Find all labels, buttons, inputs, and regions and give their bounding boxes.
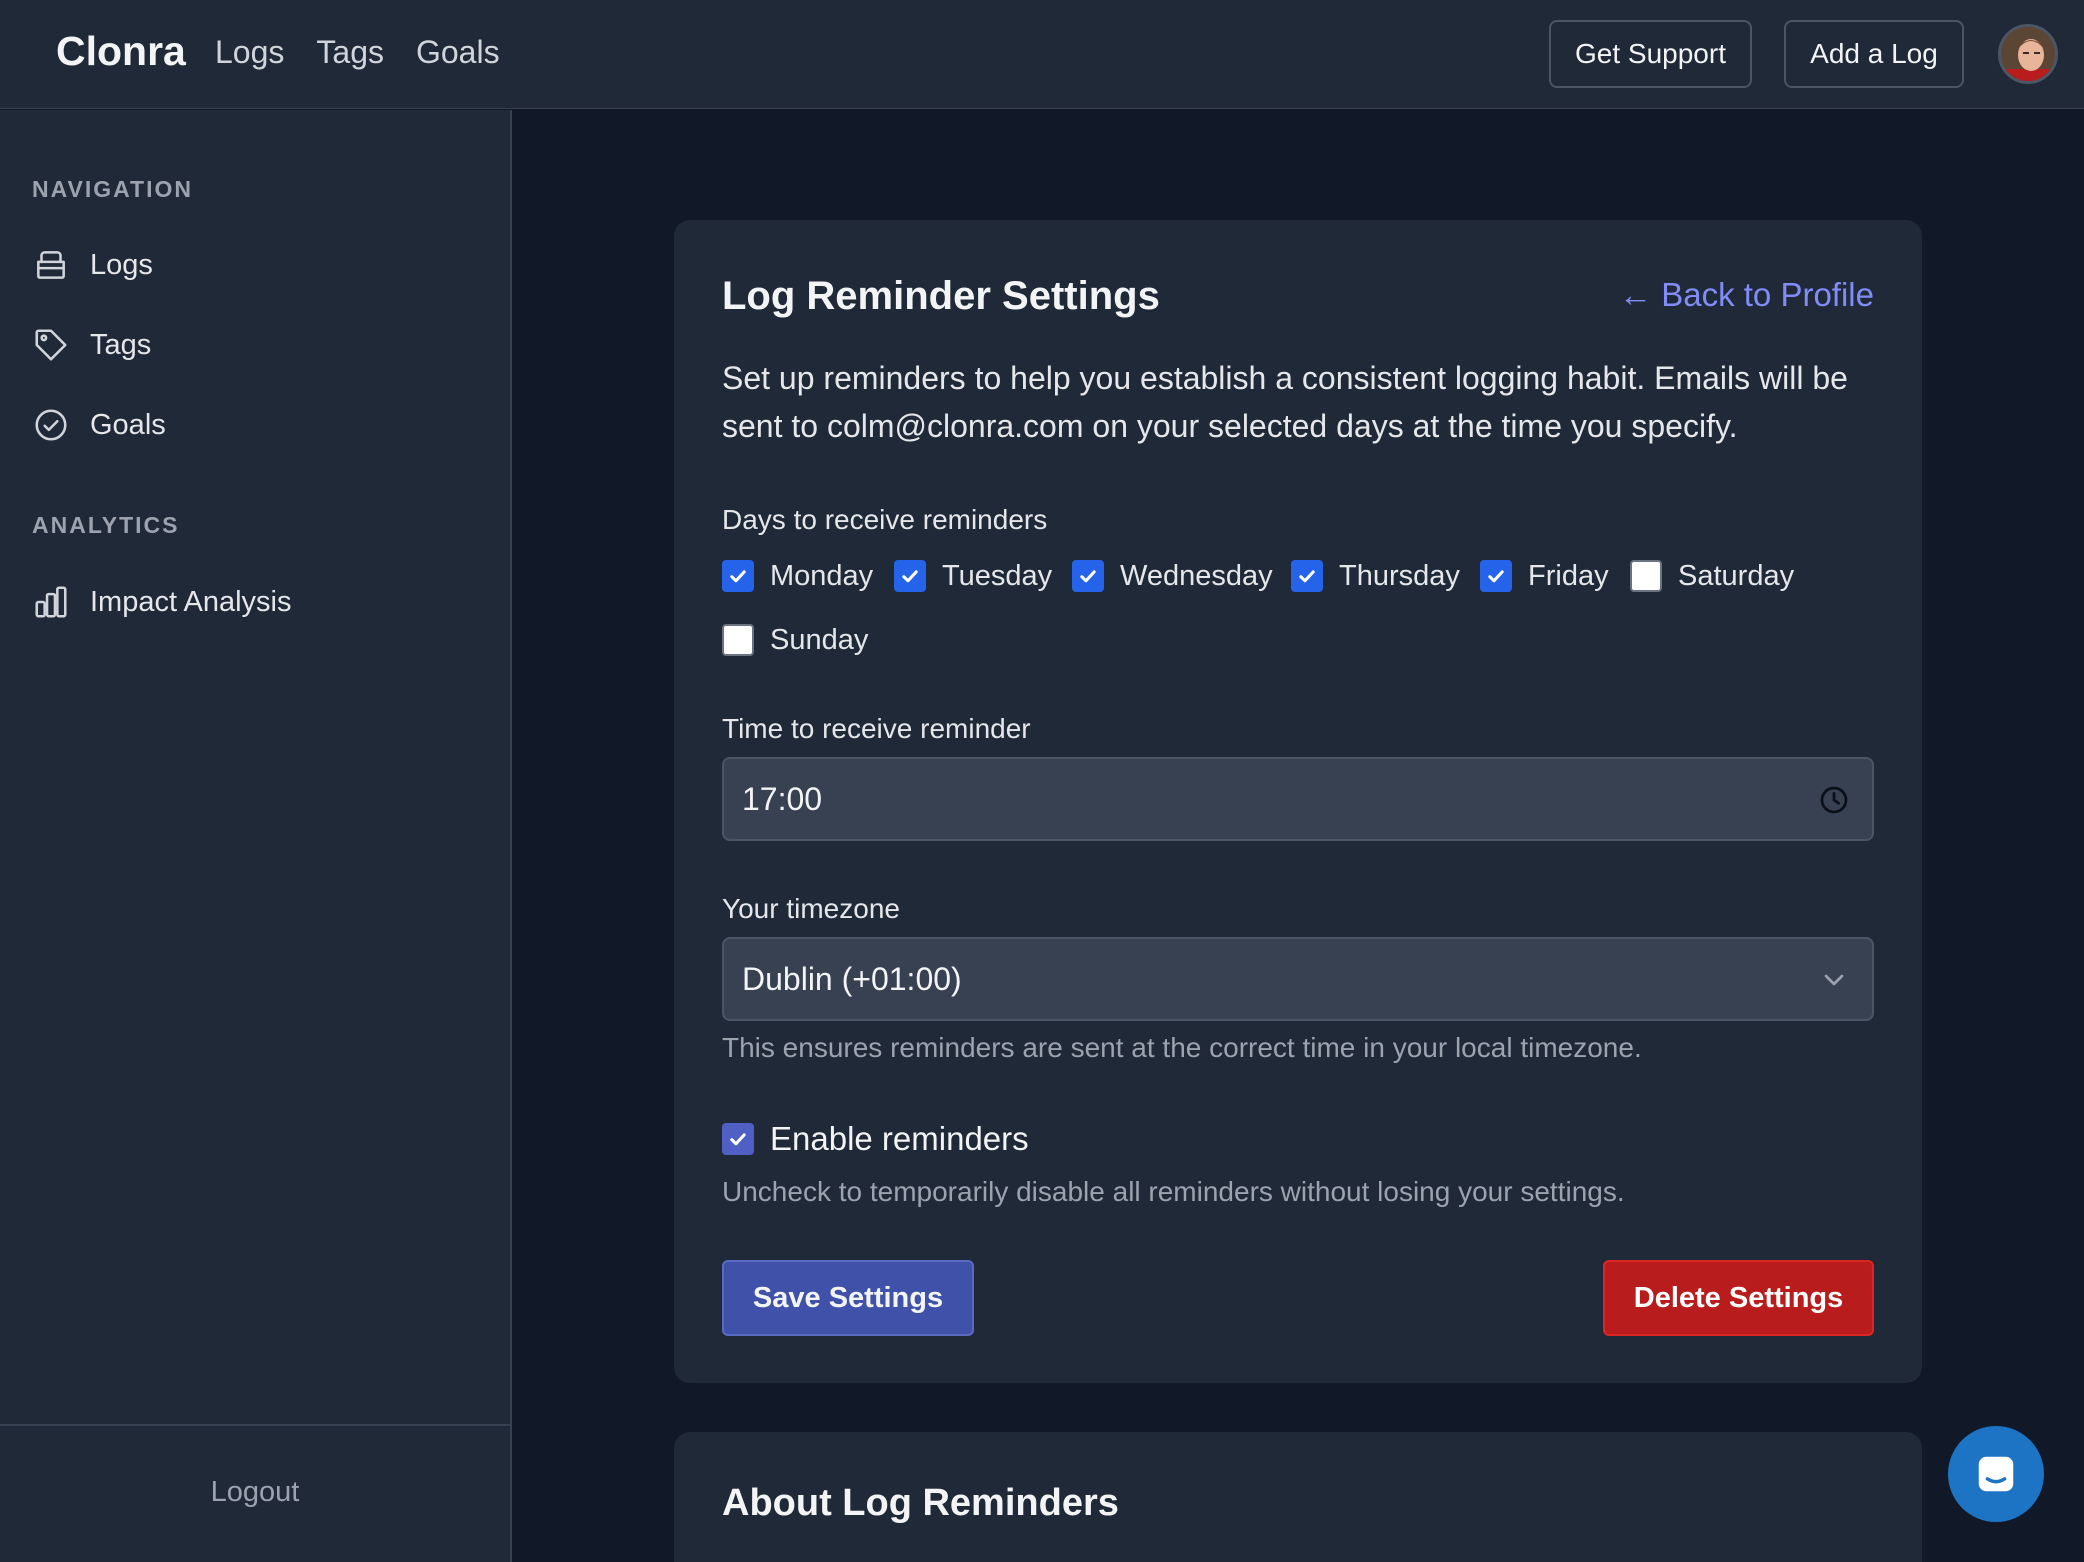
top-nav-logs[interactable]: Logs xyxy=(215,34,284,71)
top-nav: Logs Tags Goals xyxy=(215,34,500,71)
back-to-profile-link[interactable]: ← Back to Profile xyxy=(1619,276,1874,314)
brand-logo[interactable]: Clonra xyxy=(56,28,186,75)
top-nav-tags[interactable]: Tags xyxy=(316,34,384,71)
day-label: Thursday xyxy=(1339,559,1460,592)
sidebar-item-label: Logs xyxy=(90,248,153,281)
chevron-down-icon xyxy=(1818,964,1850,996)
day-monday[interactable]: Monday xyxy=(722,559,873,593)
top-nav-goals[interactable]: Goals xyxy=(416,34,500,71)
day-label: Wednesday xyxy=(1120,559,1273,592)
timezone-label: Your timezone xyxy=(722,893,900,924)
get-support-button[interactable]: Get Support xyxy=(1549,20,1752,88)
sidebar-footer: Logout xyxy=(0,1424,510,1562)
chat-icon xyxy=(1978,1456,2014,1492)
timezone-select[interactable]: Dublin (+01:00) xyxy=(722,937,1874,1021)
bar-chart-icon xyxy=(32,583,70,621)
checkbox-unchecked-icon[interactable] xyxy=(722,624,754,656)
clock-icon[interactable] xyxy=(1818,784,1850,816)
day-label: Sunday xyxy=(770,623,869,656)
sidebar-item-goals[interactable]: Goals xyxy=(32,400,472,450)
day-saturday[interactable]: Saturday xyxy=(1630,559,1794,593)
sidebar-analytics-heading: ANALYTICS xyxy=(32,512,180,538)
sidebar-item-label: Goals xyxy=(90,408,166,441)
day-sunday[interactable]: Sunday xyxy=(722,623,868,657)
sidebar-item-tags[interactable]: Tags xyxy=(32,320,472,370)
day-thursday[interactable]: Thursday xyxy=(1291,559,1460,593)
reminder-settings-card: Log Reminder Settings ← Back to Profile … xyxy=(674,220,1922,1383)
day-friday[interactable]: Friday xyxy=(1480,559,1609,593)
time-input[interactable]: 17:00 xyxy=(722,757,1874,841)
checkbox-checked-icon[interactable] xyxy=(1480,560,1512,592)
sidebar: NAVIGATION Logs Tags Goals ANALYTICS Imp… xyxy=(0,110,512,1562)
day-label: Saturday xyxy=(1678,559,1795,592)
day-label: Tuesday xyxy=(942,559,1053,592)
day-label: Friday xyxy=(1528,559,1609,592)
check-circle-icon xyxy=(32,406,70,444)
sidebar-item-label: Tags xyxy=(90,328,152,361)
timezone-value: Dublin (+01:00) xyxy=(742,960,962,997)
inbox-icon xyxy=(32,246,70,284)
about-reminders-card: About Log Reminders xyxy=(674,1432,1922,1562)
checkbox-checked-icon[interactable] xyxy=(1291,560,1323,592)
day-wednesday[interactable]: Wednesday xyxy=(1072,559,1273,593)
avatar[interactable] xyxy=(1998,24,2058,84)
enable-hint: Uncheck to temporarily disable all remin… xyxy=(722,1176,1625,1207)
page-title: Log Reminder Settings xyxy=(722,274,1160,318)
days-label: Days to receive reminders xyxy=(722,504,1048,535)
save-settings-button[interactable]: Save Settings xyxy=(722,1260,974,1336)
sidebar-item-label: Impact Analysis xyxy=(90,585,292,618)
time-value: 17:00 xyxy=(742,780,823,817)
add-log-button[interactable]: Add a Log xyxy=(1784,20,1964,88)
sidebar-navigation-heading: NAVIGATION xyxy=(32,176,193,202)
day-label: Monday xyxy=(770,559,874,592)
sidebar-item-logs[interactable]: Logs xyxy=(32,240,472,290)
time-label: Time to receive reminder xyxy=(722,713,1031,744)
checkbox-checked-icon[interactable] xyxy=(894,560,926,592)
about-title: About Log Reminders xyxy=(722,1482,1119,1524)
user-avatar-icon xyxy=(2001,27,2055,81)
checkbox-checked-icon[interactable] xyxy=(1072,560,1104,592)
enable-reminders-toggle[interactable]: Enable reminders xyxy=(722,1120,1029,1158)
logout-button[interactable]: Logout xyxy=(0,1476,510,1509)
day-tuesday[interactable]: Tuesday xyxy=(894,559,1052,593)
checkbox-checked-icon[interactable] xyxy=(722,1123,754,1155)
timezone-hint: This ensures reminders are sent at the c… xyxy=(722,1032,1642,1063)
top-bar: Clonra Logs Tags Goals Get Support Add a… xyxy=(0,0,2084,109)
sidebar-item-impact-analysis[interactable]: Impact Analysis xyxy=(32,577,472,627)
checkbox-checked-icon[interactable] xyxy=(722,560,754,592)
enable-reminders-label: Enable reminders xyxy=(770,1120,1029,1157)
delete-settings-button[interactable]: Delete Settings xyxy=(1603,1260,1874,1336)
settings-description: Set up reminders to help you establish a… xyxy=(722,360,1848,444)
checkbox-unchecked-icon[interactable] xyxy=(1630,560,1662,592)
tag-icon xyxy=(32,326,70,364)
chat-launcher-button[interactable] xyxy=(1948,1426,2044,1522)
